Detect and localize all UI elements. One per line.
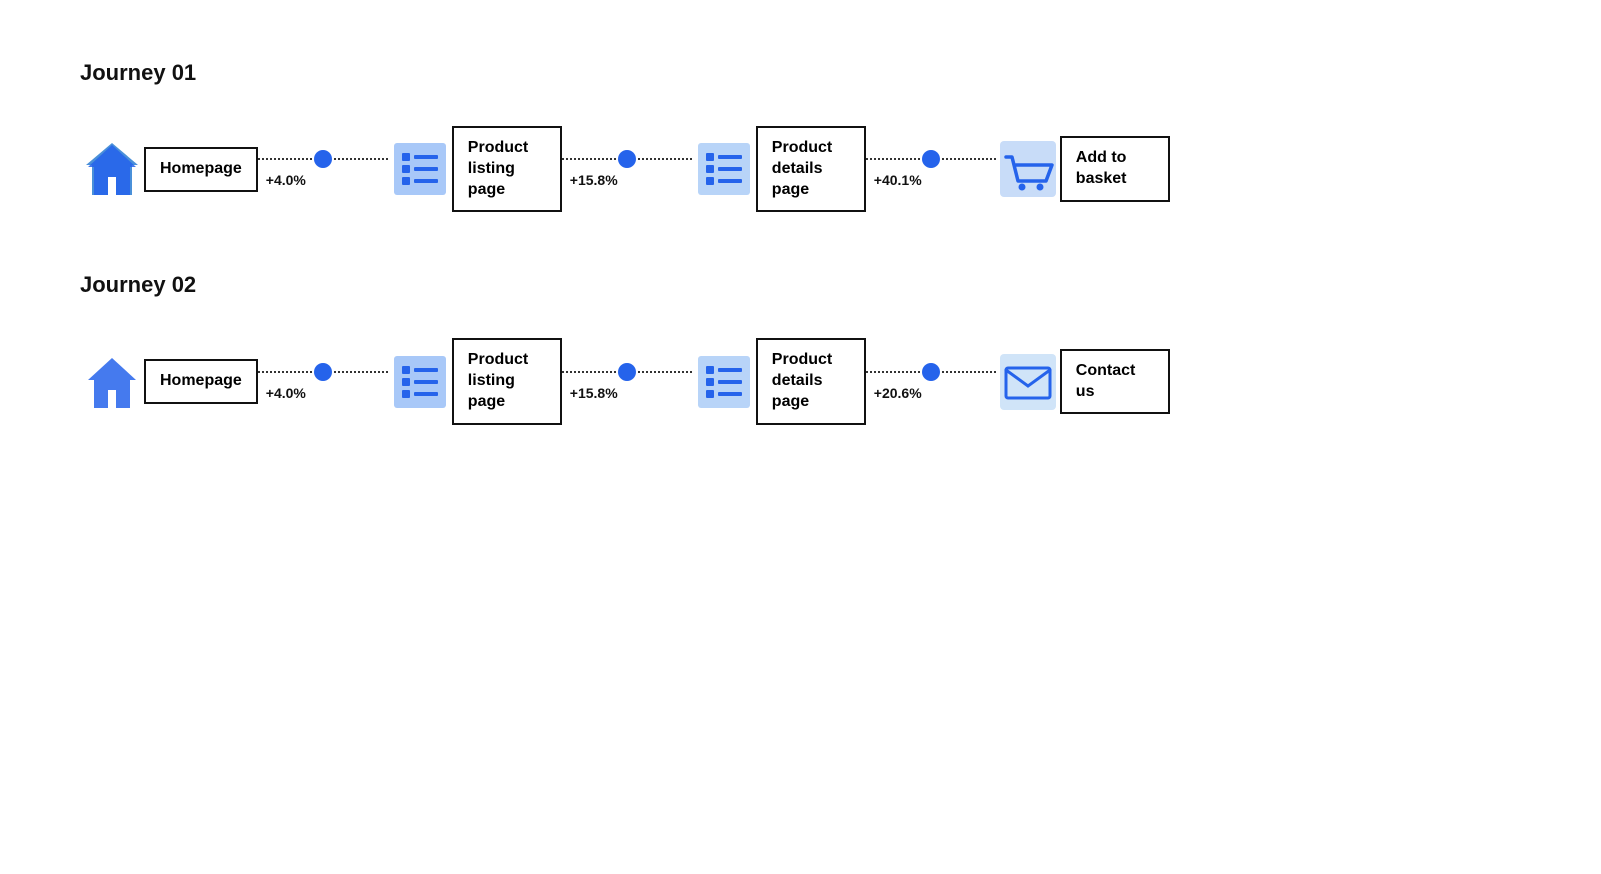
blue-dot-3-j1	[922, 150, 940, 168]
product-listing-label-j2: Product listing page	[452, 338, 562, 424]
percent-1-j1: +4.0%	[258, 172, 306, 188]
connector-2-j1: +15.8%	[562, 150, 692, 188]
homepage-label-j1: Homepage	[144, 147, 258, 192]
listing-icon-j1	[388, 137, 452, 201]
dotted-line-1-j2	[258, 371, 312, 373]
journey-02-flow: Homepage +4.0%	[80, 338, 1521, 424]
dotted-line-3-j2	[866, 371, 920, 373]
dotted-line-3-j1	[866, 158, 920, 160]
step-homepage-j1: Homepage	[80, 137, 258, 201]
step-listing-j2: Product listing page	[388, 338, 562, 424]
blue-dot-3-j2	[922, 363, 940, 381]
page-container: Journey 01 Homepage	[0, 0, 1601, 545]
product-details-label-j1: Product details page	[756, 126, 866, 212]
dotted-line-2-j1	[562, 158, 616, 160]
connector-3-j1: +40.1%	[866, 150, 996, 188]
blue-dot-2-j1	[618, 150, 636, 168]
journey-02-title: Journey 02	[80, 272, 1521, 298]
connector-1-j2: +4.0%	[258, 363, 388, 401]
product-details-label-j2: Product details page	[756, 338, 866, 424]
journey-01-flow: Homepage +4.0%	[80, 126, 1521, 212]
percent-2-j2: +15.8%	[562, 385, 618, 401]
homepage-label-j2: Homepage	[144, 359, 258, 404]
dotted-line-1-j1	[258, 158, 312, 160]
step-details-j1: Product details page	[692, 126, 866, 212]
step-listing-j1: Product listing page	[388, 126, 562, 212]
journey-02-section: Journey 02 Homepage +4.0%	[80, 272, 1521, 424]
dotted-line-3b-j2	[942, 371, 996, 373]
journey-01-title: Journey 01	[80, 60, 1521, 86]
listing-icon-j2	[388, 350, 452, 414]
step-cart-j1: Add to basket	[996, 136, 1170, 202]
percent-2-j1: +15.8%	[562, 172, 618, 188]
dotted-line-2b-j1	[638, 158, 692, 160]
connector-3-j2: +20.6%	[866, 363, 996, 401]
dotted-line-1b-j2	[334, 371, 388, 373]
add-to-basket-label-j1: Add to basket	[1060, 136, 1170, 202]
dotted-line-3b-j1	[942, 158, 996, 160]
dotted-line-2-j2	[562, 371, 616, 373]
blue-dot-1-j2	[314, 363, 332, 381]
dotted-line-2b-j2	[638, 371, 692, 373]
home-icon-j2	[80, 350, 144, 414]
details-icon-j1	[692, 137, 756, 201]
product-listing-label-j1: Product listing page	[452, 126, 562, 212]
journey-01-section: Journey 01 Homepage	[80, 60, 1521, 212]
step-contact-j2: Contact us	[996, 349, 1170, 415]
blue-dot-2-j2	[618, 363, 636, 381]
details-icon-j2	[692, 350, 756, 414]
connector-2-j2: +15.8%	[562, 363, 692, 401]
connector-1-j1: +4.0%	[258, 150, 388, 188]
percent-3-j2: +20.6%	[866, 385, 922, 401]
step-details-j2: Product details page	[692, 338, 866, 424]
step-homepage-j2: Homepage	[80, 350, 258, 414]
contact-us-label-j2: Contact us	[1060, 349, 1170, 415]
blue-dot-1-j1	[314, 150, 332, 168]
cart-icon-j1	[996, 137, 1060, 201]
percent-3-j1: +40.1%	[866, 172, 922, 188]
dotted-line-1b-j1	[334, 158, 388, 160]
home-icon-j1	[80, 137, 144, 201]
envelope-icon-j2	[996, 350, 1060, 414]
percent-1-j2: +4.0%	[258, 385, 306, 401]
